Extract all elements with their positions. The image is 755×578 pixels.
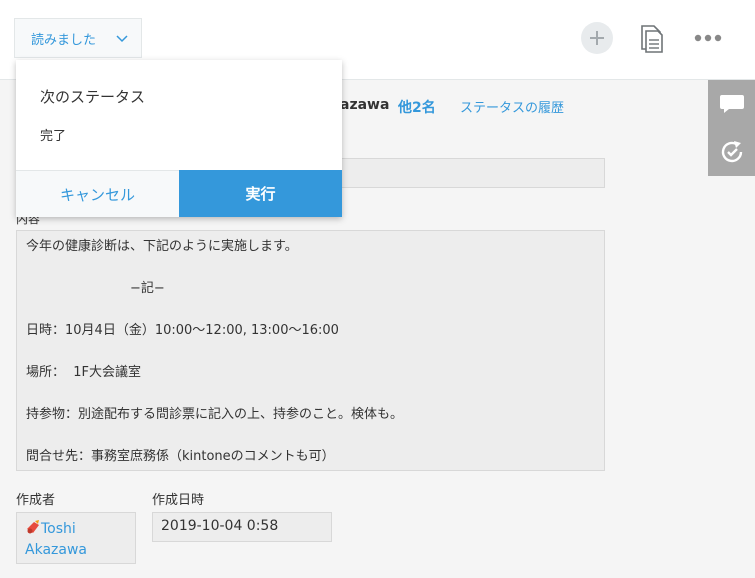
content-field: 今年の健康診断は、下記のように実施します。 −記− 日時：10月4日（金）10:… xyxy=(16,230,605,471)
more-dots-icon[interactable] xyxy=(694,30,722,46)
next-status-label: 次のステータス xyxy=(40,88,146,106)
status-action-label: 読みました xyxy=(31,32,97,48)
created-at-field: 2019-10-04 0:58 xyxy=(152,512,332,542)
next-status-value: 完了 xyxy=(40,129,67,144)
content-line: 今年の健康診断は、下記のように実施します。 xyxy=(26,239,298,254)
created-at-label: 作成日時 xyxy=(152,493,205,508)
plus-icon xyxy=(590,31,604,45)
chevron-down-icon xyxy=(116,35,128,43)
creator-field: Toshi Akazawa xyxy=(16,512,136,564)
history-button[interactable] xyxy=(708,128,755,176)
content-line: 問合せ先：事務室庶務係（kintoneのコメントも可） xyxy=(26,449,335,464)
status-action-select[interactable]: 読みました xyxy=(14,18,142,58)
comment-button[interactable] xyxy=(708,80,755,128)
creator-user-link-last[interactable]: Akazawa xyxy=(25,542,87,558)
content-line: 日時：10月4日（金）10:00〜12:00, 13:00〜16:00 xyxy=(26,323,339,338)
content-line: −記− xyxy=(26,281,165,296)
add-record-button[interactable] xyxy=(581,22,613,54)
history-icon xyxy=(721,141,742,163)
content-line: 持参物：別途配布する問診票に記入の上、持参のこと。検体も。 xyxy=(26,407,404,422)
cancel-button[interactable]: キャンセル xyxy=(16,170,179,217)
other-assignees-link[interactable]: 他2名 xyxy=(398,97,436,117)
execute-button[interactable]: 実行 xyxy=(179,170,342,217)
creator-user-link-first[interactable]: Toshi xyxy=(41,521,76,537)
status-change-popup: 次のステータス 完了 キャンセル 実行 xyxy=(16,60,342,217)
side-panel xyxy=(708,80,755,176)
status-history-link[interactable]: ステータスの履歴 xyxy=(460,97,564,116)
creator-label: 作成者 xyxy=(16,493,56,508)
content-line: 場所： 1F大会議室 xyxy=(26,365,142,380)
assignee-name: azawa xyxy=(340,97,390,113)
user-avatar-icon xyxy=(27,520,39,534)
document-icon[interactable] xyxy=(640,25,664,53)
comment-icon xyxy=(719,95,744,113)
